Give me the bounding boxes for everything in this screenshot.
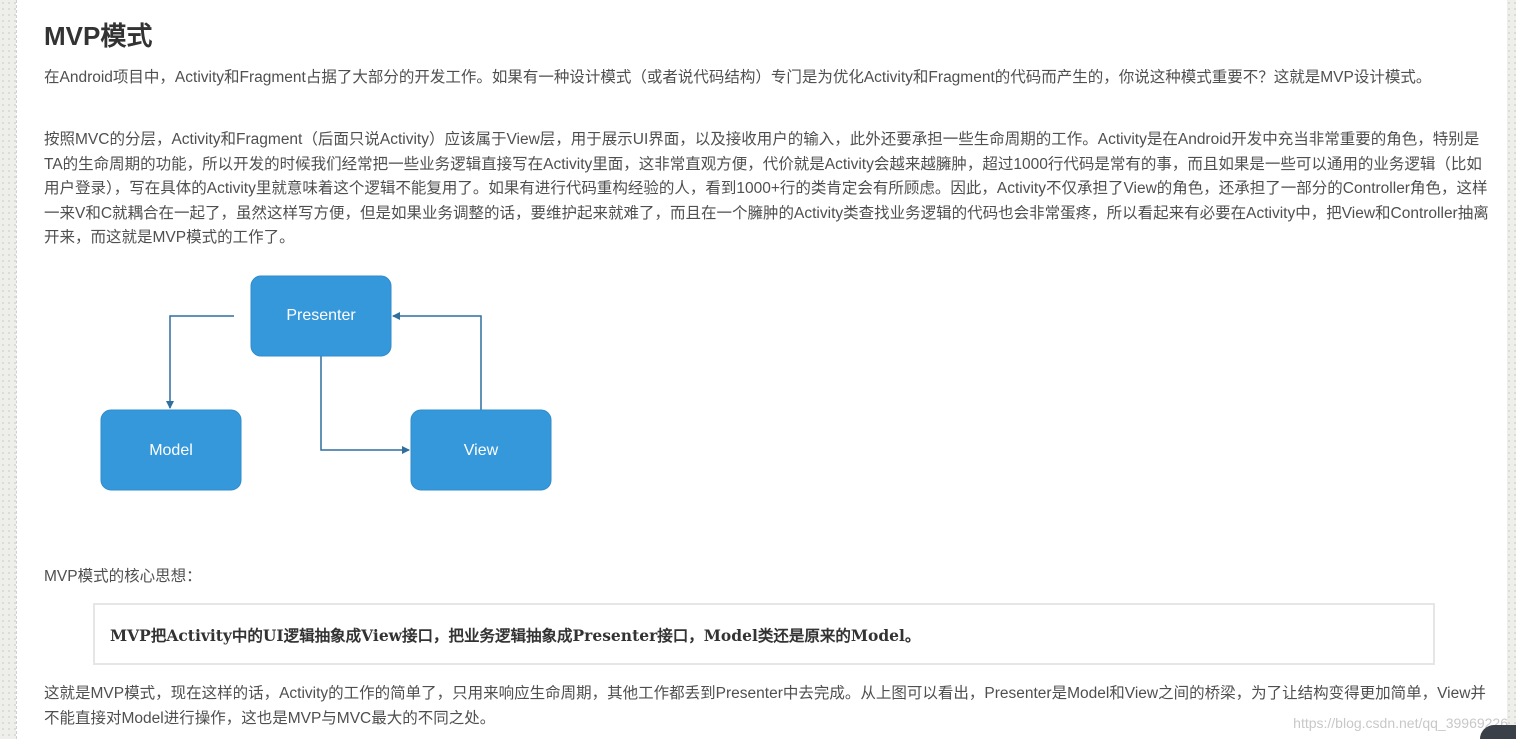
article-title: MVP模式	[44, 21, 153, 51]
summary-paragraph: 这就是MVP模式，现在这样的话，Activity的工作的简单了，只用来响应生命周…	[44, 685, 1486, 727]
core-idea-blockquote: MVP把Activity中的UI逻辑抽象成View接口，把业务逻辑抽象成Pres…	[93, 603, 1435, 665]
article-page: MVP模式 在Android项目中，Activity和Fragment占据了大部…	[16, 0, 1507, 739]
view-label: View	[464, 442, 499, 459]
presenter-to-view-arrow	[320, 356, 410, 454]
body-paragraph: 按照MVC的分层，Activity和Fragment（后面只说Activity）…	[44, 131, 1489, 246]
core-idea-quote: MVP把Activity中的UI逻辑抽象成View接口，把业务逻辑抽象成Pres…	[110, 626, 921, 645]
model-node: Model	[100, 409, 242, 491]
mvp-diagram: Presenter Model View	[100, 275, 552, 491]
csdn-watermark: https://blog.csdn.net/qq_39969226	[1293, 715, 1508, 731]
presenter-label: Presenter	[286, 307, 356, 324]
view-to-presenter-arrow	[392, 312, 482, 410]
presenter-node: Presenter	[250, 275, 392, 357]
intro-paragraph: 在Android项目中，Activity和Fragment占据了大部分的开发工作…	[44, 69, 1432, 86]
model-label: Model	[149, 442, 193, 459]
floating-widget-corner[interactable]	[1480, 725, 1516, 739]
core-idea-label: MVP模式的核心思想：	[44, 568, 202, 585]
view-node: View	[410, 409, 552, 491]
presenter-to-model-arrow	[166, 315, 234, 409]
